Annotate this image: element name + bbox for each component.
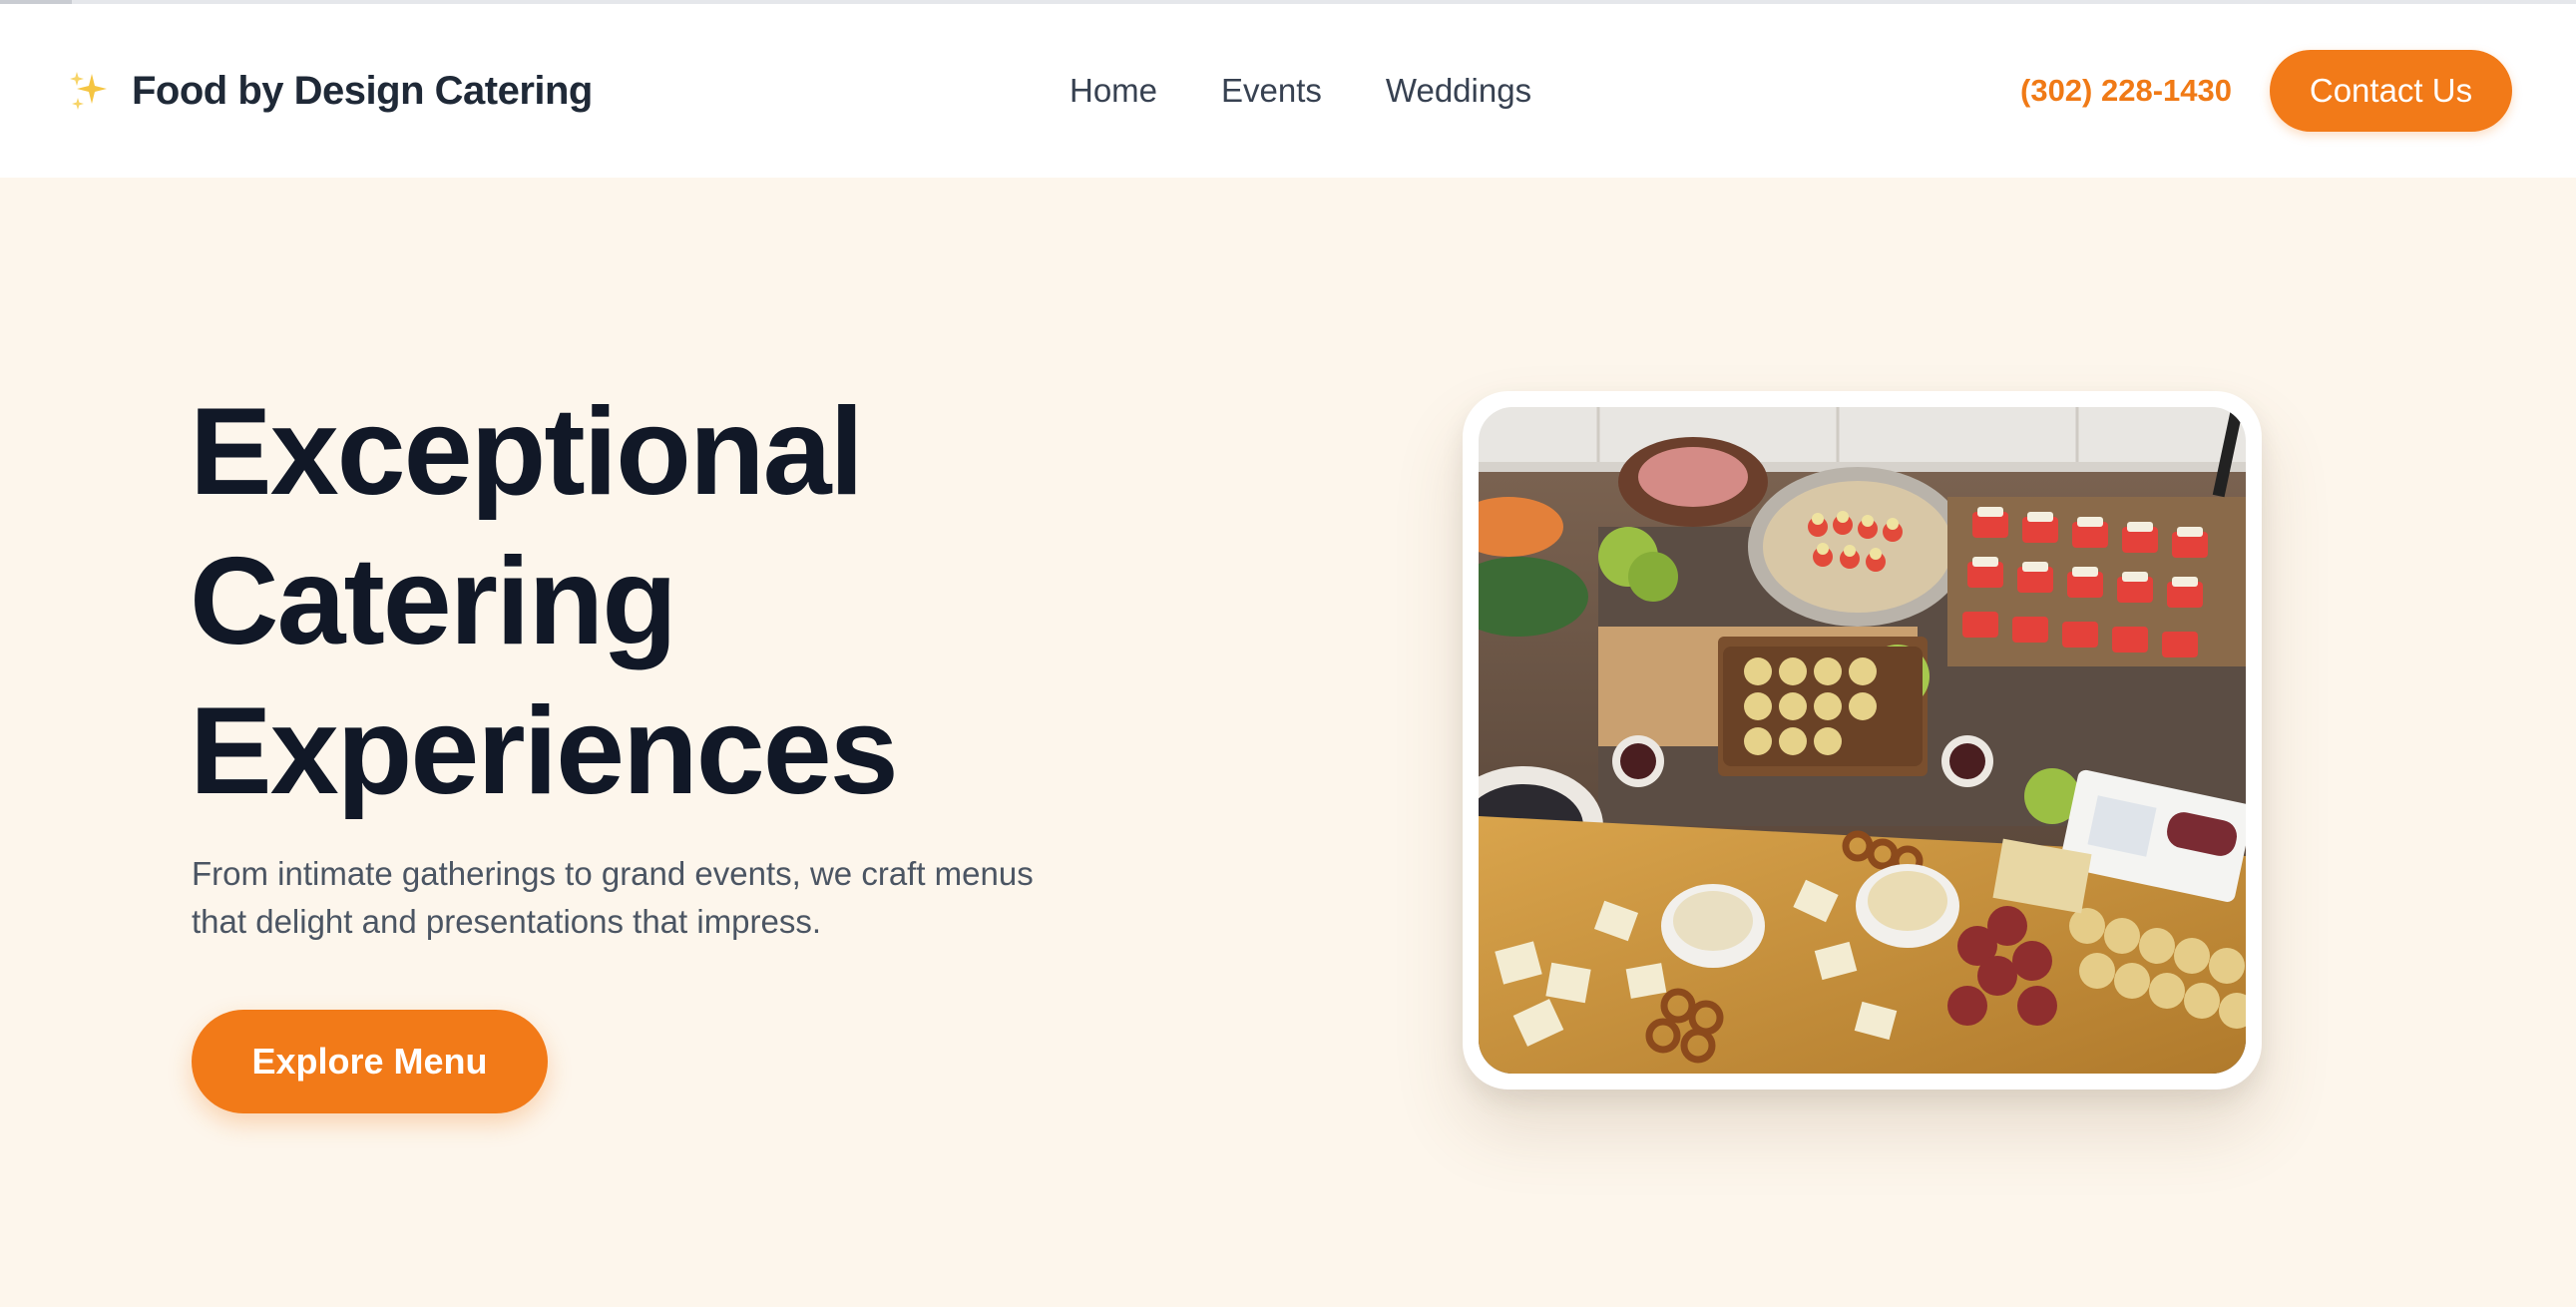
page-bottom-edge bbox=[0, 1307, 2576, 1311]
hero-title-line: Exceptional bbox=[190, 383, 864, 521]
explore-menu-button[interactable]: Explore Menu bbox=[192, 1010, 548, 1113]
hero-image-frame bbox=[1463, 391, 2262, 1090]
site-header: Food by Design Catering Home Events Wedd… bbox=[0, 4, 2576, 178]
brand-name: Food by Design Catering bbox=[132, 68, 593, 113]
hero-title-line: Catering bbox=[190, 533, 677, 670]
sparkles-icon bbox=[70, 72, 107, 110]
nav-link-events[interactable]: Events bbox=[1221, 72, 1322, 110]
hero-image bbox=[1479, 407, 2246, 1074]
grazing-table-photo bbox=[1479, 407, 2246, 1074]
nav-link-weddings[interactable]: Weddings bbox=[1386, 72, 1531, 110]
phone-link[interactable]: (302) 228-1430 bbox=[2020, 4, 2232, 178]
hero-title: Exceptional Catering Experiences bbox=[190, 377, 899, 826]
main-nav: Home Events Weddings bbox=[1070, 4, 1531, 178]
nav-link-home[interactable]: Home bbox=[1070, 72, 1157, 110]
hero-title-line: Experiences bbox=[190, 682, 899, 820]
hero-subtitle: From intimate gatherings to grand events… bbox=[192, 850, 1089, 946]
brand-logo-link[interactable]: Food by Design Catering bbox=[66, 4, 593, 178]
contact-us-button[interactable]: Contact Us bbox=[2270, 50, 2512, 132]
hero-subtitle-line: From intimate gatherings to grand events… bbox=[192, 855, 1034, 892]
hero-section: Exceptional Catering Experiences From in… bbox=[0, 178, 2576, 1311]
hero-subtitle-line: that delight and presentations that impr… bbox=[192, 903, 822, 940]
